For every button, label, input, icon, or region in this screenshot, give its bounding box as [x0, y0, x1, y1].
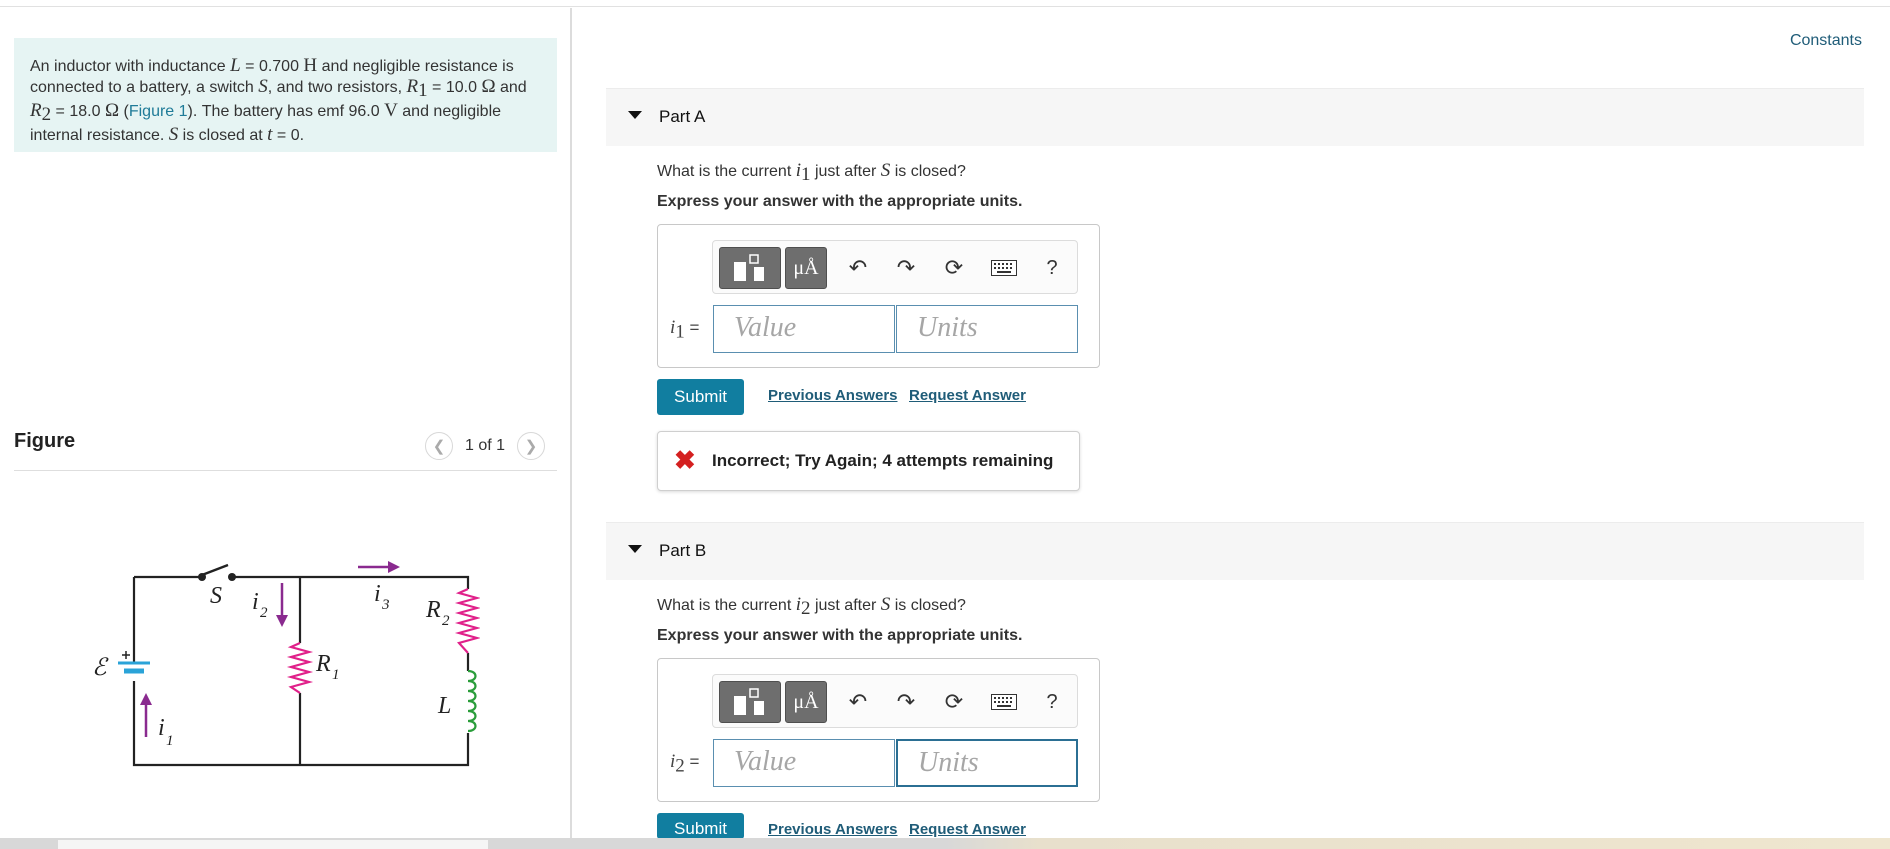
problem-text: = 18.0 — [51, 103, 105, 121]
unit-volt: V — [384, 100, 398, 122]
part-a-answer-box: μÅ ↶ ↷ ⟳ ? i1 = Value Units — [657, 224, 1100, 368]
label-r2: R — [425, 597, 441, 623]
submit-button[interactable]: Submit — [657, 813, 744, 839]
math-sub: 2 — [41, 104, 52, 126]
previous-answers-link[interactable]: Previous Answers — [768, 387, 898, 404]
math-toolbar: μÅ ↶ ↷ ⟳ ? — [712, 240, 1078, 294]
divider — [14, 470, 557, 471]
unit-ohm: Ω — [481, 76, 496, 97]
previous-answers-link[interactable]: Previous Answers — [768, 821, 898, 838]
keyboard-icon[interactable] — [987, 685, 1021, 719]
constants-link[interactable]: Constants — [1790, 32, 1862, 50]
problem-statement: An inductor with inductance L = 0.700 H … — [14, 38, 557, 152]
label-i2-sub: 2 — [260, 605, 268, 621]
problem-text: ( — [119, 103, 129, 121]
redo-icon[interactable]: ↷ — [889, 685, 923, 719]
keyboard-icon[interactable] — [987, 251, 1021, 285]
equation-label: i1 = — [670, 317, 700, 343]
problem-text: is closed at — [178, 127, 268, 145]
label-i1-sub: 1 — [166, 733, 174, 749]
request-answer-link[interactable]: Request Answer — [909, 387, 1026, 404]
units-button[interactable]: μÅ — [785, 247, 827, 289]
figure-counter: 1 of 1 — [465, 437, 506, 454]
submit-button[interactable]: Submit — [657, 379, 744, 415]
redo-icon[interactable]: ↷ — [889, 251, 923, 285]
figure-title: Figure — [14, 430, 76, 452]
label-i3-sub: 3 — [381, 597, 390, 613]
x-icon: ✖ — [674, 445, 696, 475]
math-S: S — [258, 76, 268, 97]
template-icon[interactable] — [719, 247, 781, 289]
reset-icon[interactable]: ⟳ — [937, 251, 971, 285]
problem-text: ). The battery has emf 96.0 — [187, 103, 385, 121]
math-R2: R — [30, 100, 42, 122]
math-R1: R — [406, 76, 419, 97]
unit-henry: H — [303, 55, 318, 76]
undo-icon[interactable]: ↶ — [841, 685, 875, 719]
part-a-header[interactable]: Part A — [606, 88, 1864, 146]
chevron-left-icon[interactable]: ❮ — [425, 432, 453, 460]
part-a-label: Part A — [659, 107, 706, 126]
part-b-question: What is the current i2 just after S is c… — [657, 594, 966, 620]
undo-icon[interactable]: ↶ — [841, 251, 875, 285]
problem-text: = 0.700 — [240, 58, 304, 75]
label-r1: R — [315, 651, 331, 677]
left-panel: An inductor with inductance L = 0.700 H … — [0, 8, 572, 838]
label-l: L — [437, 693, 451, 719]
feedback-text: Incorrect; Try Again; 4 attempts remaini… — [712, 451, 1054, 470]
label-i2: i — [252, 589, 259, 615]
part-a-instruction: Express your answer with the appropriate… — [657, 193, 1023, 210]
help-button[interactable]: ? — [1035, 685, 1069, 719]
circuit-diagram: S ℰ i 1 i 2 i 3 R 1 R 2 L — [92, 561, 480, 767]
circuit-wires — [132, 575, 470, 767]
label-i1: i — [158, 715, 165, 741]
taskbar-segment — [58, 840, 488, 849]
label-emf: ℰ — [92, 655, 109, 681]
math-S: S — [168, 124, 179, 146]
part-b-instruction: Express your answer with the appropriate… — [657, 627, 1023, 644]
equation-label: i2 = — [670, 751, 700, 777]
problem-text: = 0. — [272, 127, 305, 145]
template-icon[interactable] — [719, 681, 781, 723]
caret-down-icon[interactable] — [628, 111, 642, 119]
math-sub: 1 — [418, 80, 428, 102]
inductor-icon — [467, 669, 477, 733]
problem-text: and — [495, 79, 527, 96]
resistor-r2-icon — [454, 587, 480, 654]
problem-text: An inductor with inductance — [30, 58, 231, 75]
math-toolbar: μÅ ↶ ↷ ⟳ ? — [712, 674, 1078, 728]
part-b-label: Part B — [659, 541, 707, 560]
switch-icon — [198, 563, 236, 581]
problem-text: , and two resistors, — [267, 79, 407, 96]
units-button[interactable]: μÅ — [785, 681, 827, 723]
top-border — [0, 0, 1890, 7]
part-a-question: What is the current i1 just after S is c… — [657, 160, 966, 186]
chevron-right-icon[interactable]: ❯ — [517, 432, 546, 460]
help-button[interactable]: ? — [1035, 251, 1069, 285]
current-arrows — [140, 561, 400, 737]
figure-link[interactable]: Figure 1 — [129, 103, 188, 120]
feedback-message: ✖ Incorrect; Try Again; 4 attempts remai… — [657, 431, 1080, 491]
label-s: S — [210, 583, 222, 609]
problem-text: = 10.0 — [427, 79, 482, 96]
label-r2-sub: 2 — [442, 613, 450, 629]
figure-pager: ❮ 1 of 1 ❯ — [425, 432, 546, 460]
units-input[interactable]: Units — [896, 305, 1078, 353]
value-input[interactable]: Value — [713, 305, 895, 353]
label-r1-sub: 1 — [332, 667, 340, 683]
label-i3: i — [374, 581, 381, 607]
resistor-r1-icon — [286, 641, 314, 694]
reset-icon[interactable]: ⟳ — [937, 685, 971, 719]
value-input[interactable]: Value — [713, 739, 895, 787]
part-b-header[interactable]: Part B — [606, 522, 1864, 580]
unit-ohm: Ω — [104, 100, 120, 122]
caret-down-icon[interactable] — [628, 545, 642, 553]
taskbar — [0, 838, 1890, 849]
part-b-answer-box: μÅ ↶ ↷ ⟳ ? i2 = Value Units — [657, 658, 1100, 802]
math-L: L — [230, 55, 241, 76]
request-answer-link[interactable]: Request Answer — [909, 821, 1026, 838]
units-input[interactable]: Units — [896, 739, 1078, 787]
